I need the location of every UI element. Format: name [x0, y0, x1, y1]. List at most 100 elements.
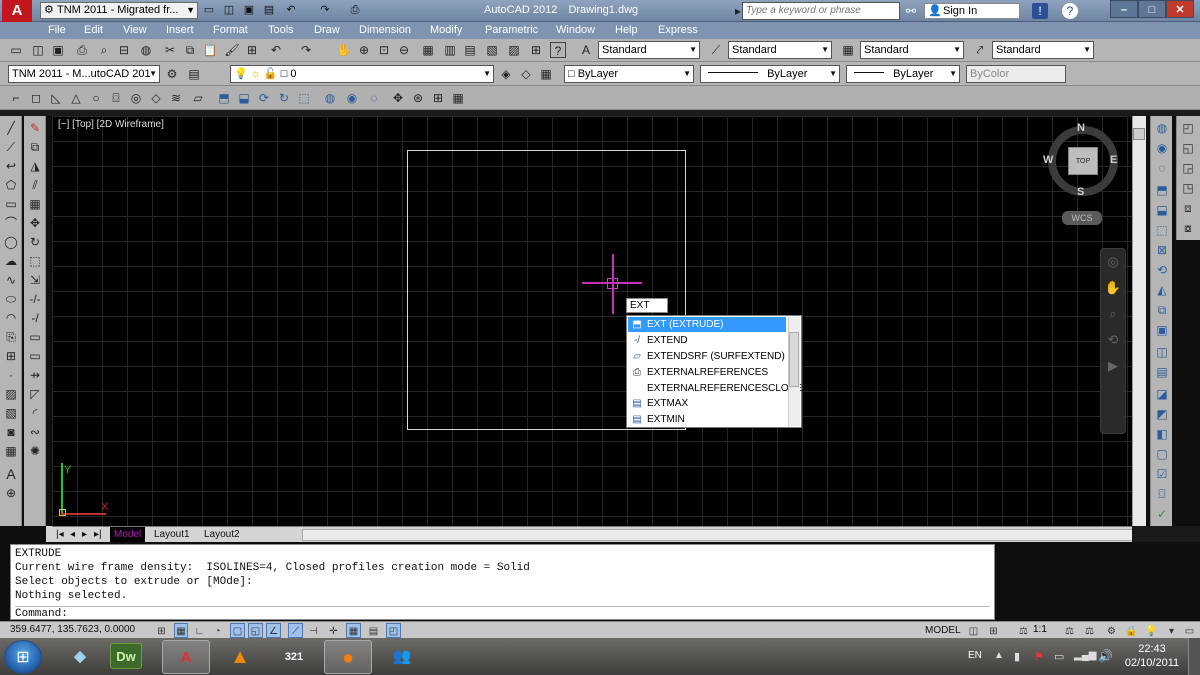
check-icon[interactable]: ☑: [1154, 466, 1170, 482]
table-style-select[interactable]: Standard ▼: [860, 41, 964, 59]
quick-view-layouts-icon[interactable]: ◫: [966, 623, 981, 638]
coordinates-readout[interactable]: 359.6477, 135.7623, 0.0000: [10, 624, 135, 635]
vertical-scroll-thumb[interactable]: [1133, 128, 1145, 140]
scale-icon[interactable]: ⬚: [27, 253, 43, 269]
sign-in-button[interactable]: 👤 Sign In: [924, 3, 1020, 19]
3d-osnap-icon[interactable]: ◱: [248, 623, 263, 638]
line-icon[interactable]: ╱: [3, 120, 19, 136]
vertical-scrollbar[interactable]: [1132, 116, 1146, 526]
saveas-icon[interactable]: ▤: [262, 3, 276, 17]
steering-wheel-icon[interactable]: ◎: [1101, 249, 1125, 275]
signal-icon[interactable]: ▂▄▆: [1074, 650, 1096, 661]
media-player-icon[interactable]: 321: [270, 640, 318, 674]
isolate-objects-icon[interactable]: 💡: [1144, 623, 1159, 638]
qnew-icon[interactable]: ▭: [8, 42, 24, 58]
rectangle-icon[interactable]: ▭: [3, 196, 19, 212]
quick-view-drawings-icon[interactable]: ⊞: [986, 623, 1001, 638]
lock-ui-icon[interactable]: 🔒: [1124, 623, 1139, 638]
extrude-icon[interactable]: ⬒: [216, 90, 232, 106]
subtract-icon[interactable]: ◉: [1154, 140, 1170, 156]
open-icon[interactable]: ◫: [222, 3, 236, 17]
layer-select[interactable]: 💡 ☼ 🔓 □ 0 ▼: [230, 65, 494, 83]
loft-icon[interactable]: ⬚: [296, 90, 312, 106]
zoom-previous-icon[interactable]: ⊖: [396, 42, 412, 58]
model-space-button[interactable]: MODEL: [925, 623, 961, 638]
network-icon[interactable]: ▭: [1054, 650, 1064, 663]
menu-window[interactable]: Window: [556, 24, 595, 36]
wcs-menu[interactable]: WCS: [1062, 211, 1102, 225]
polygon-icon[interactable]: ⬠: [3, 177, 19, 193]
application-menu-button[interactable]: A: [2, 0, 32, 22]
pan-icon[interactable]: ✋: [1101, 275, 1125, 301]
table-icon[interactable]: ▦: [3, 443, 19, 459]
rotate-faces-icon[interactable]: ⟲: [1154, 262, 1170, 278]
cylinder-view-icon[interactable]: ⌼: [1154, 486, 1170, 502]
zoom-realtime-icon[interactable]: ⊕: [356, 42, 372, 58]
tray-expand-icon[interactable]: ▲: [994, 650, 1004, 661]
cone-icon[interactable]: △: [68, 90, 84, 106]
open-icon[interactable]: ◫: [30, 42, 46, 58]
move-icon[interactable]: ✥: [27, 215, 43, 231]
zoom-window-icon[interactable]: ⊡: [376, 42, 392, 58]
close-button[interactable]: ✕: [1166, 0, 1194, 18]
autocomplete-item-extendsrf[interactable]: ▱ EXTENDSRF (SURFEXTEND): [628, 349, 786, 364]
revision-cloud-icon[interactable]: ☁: [3, 253, 19, 269]
horizontal-scrollbar[interactable]: [302, 529, 1152, 541]
clean-screen-icon[interactable]: ▭: [1182, 623, 1197, 638]
intersect-icon[interactable]: ◌: [1154, 160, 1170, 176]
command-prompt[interactable]: Command:: [15, 606, 990, 621]
make-current-icon[interactable]: ◈: [498, 66, 514, 82]
point-icon[interactable]: ·: [3, 367, 19, 383]
ellipse-icon[interactable]: ⬭: [3, 291, 19, 307]
redo-icon[interactable]: ↷: [298, 42, 314, 58]
dynamic-input-icon[interactable]: ⊣: [306, 623, 321, 638]
autocad-taskbar-icon[interactable]: A: [162, 640, 210, 674]
menu-help[interactable]: Help: [615, 24, 638, 36]
polysolid-icon[interactable]: ⌐: [8, 90, 24, 106]
autocomplete-item-extmin[interactable]: ▤ EXTMIN: [628, 412, 786, 427]
ortho-mode-icon[interactable]: ∟: [192, 623, 207, 638]
3d-rotate-icon[interactable]: ⊛: [410, 90, 426, 106]
grid-display-icon[interactable]: ▦: [174, 623, 188, 638]
binoculars-icon[interactable]: ⚯: [903, 3, 919, 19]
rotate-icon[interactable]: ↻: [27, 234, 43, 250]
drawing-area[interactable]: [−] [Top] [2D Wireframe] EXT ⬒ EXT (EXTRU…: [52, 116, 1132, 526]
accept-icon[interactable]: ✓: [1154, 506, 1170, 522]
desktop-cube-icon[interactable]: ◆: [56, 640, 104, 674]
dynamic-ucs-icon[interactable]: ⟋: [288, 623, 303, 638]
new-icon[interactable]: ▭: [202, 3, 216, 17]
join-icon[interactable]: ⇸: [27, 367, 43, 383]
autocomplete-item-extrude[interactable]: ⬒ EXT (EXTRUDE): [628, 317, 786, 332]
undo-icon[interactable]: ↶: [268, 42, 284, 58]
markup-icon[interactable]: ▨: [506, 42, 522, 58]
wedge-icon[interactable]: ◺: [48, 90, 64, 106]
command-window[interactable]: EXTRUDE Current wire frame density: ISOL…: [10, 544, 995, 620]
3d-align-icon[interactable]: ⊞: [430, 90, 446, 106]
calculator-icon[interactable]: ⊞: [528, 42, 544, 58]
compass-south[interactable]: S: [1077, 186, 1084, 198]
color-edges-icon[interactable]: ▤: [1154, 364, 1170, 380]
pyramid-icon[interactable]: ◇: [148, 90, 164, 106]
status-bar-menu-icon[interactable]: ▾: [1164, 623, 1179, 638]
undo-icon[interactable]: ↶: [284, 3, 298, 17]
viewcube-top-face[interactable]: TOP: [1068, 147, 1098, 175]
color-select[interactable]: □ ByLayer ▼: [564, 65, 694, 83]
ellipse-arc-icon[interactable]: ◠: [3, 310, 19, 326]
sweep-icon[interactable]: ⟳: [256, 90, 272, 106]
orbit-icon[interactable]: ⟲: [1101, 327, 1125, 353]
extrude-faces-icon[interactable]: ⬒: [1154, 182, 1170, 198]
viewport-controls-label[interactable]: [−] [Top] [2D Wireframe]: [58, 119, 164, 130]
gradient-icon[interactable]: ▧: [3, 405, 19, 421]
autocomplete-scroll-thumb[interactable]: [789, 332, 799, 387]
imprint-icon[interactable]: ◪: [1154, 386, 1170, 402]
offset-faces-icon[interactable]: ⬚: [1154, 222, 1170, 238]
copy-faces-icon[interactable]: ⧉: [1154, 302, 1170, 318]
publish-icon[interactable]: ⊟: [116, 42, 132, 58]
menu-dimension[interactable]: Dimension: [359, 24, 411, 36]
array-icon[interactable]: ▦: [27, 196, 43, 212]
info-icon[interactable]: !: [1032, 3, 1048, 19]
dynamic-input-field[interactable]: EXT: [626, 298, 668, 313]
transparency-icon[interactable]: ▦: [346, 623, 361, 638]
menu-file[interactable]: File: [48, 24, 66, 36]
multileader-style-select[interactable]: Standard ▼: [992, 41, 1094, 59]
